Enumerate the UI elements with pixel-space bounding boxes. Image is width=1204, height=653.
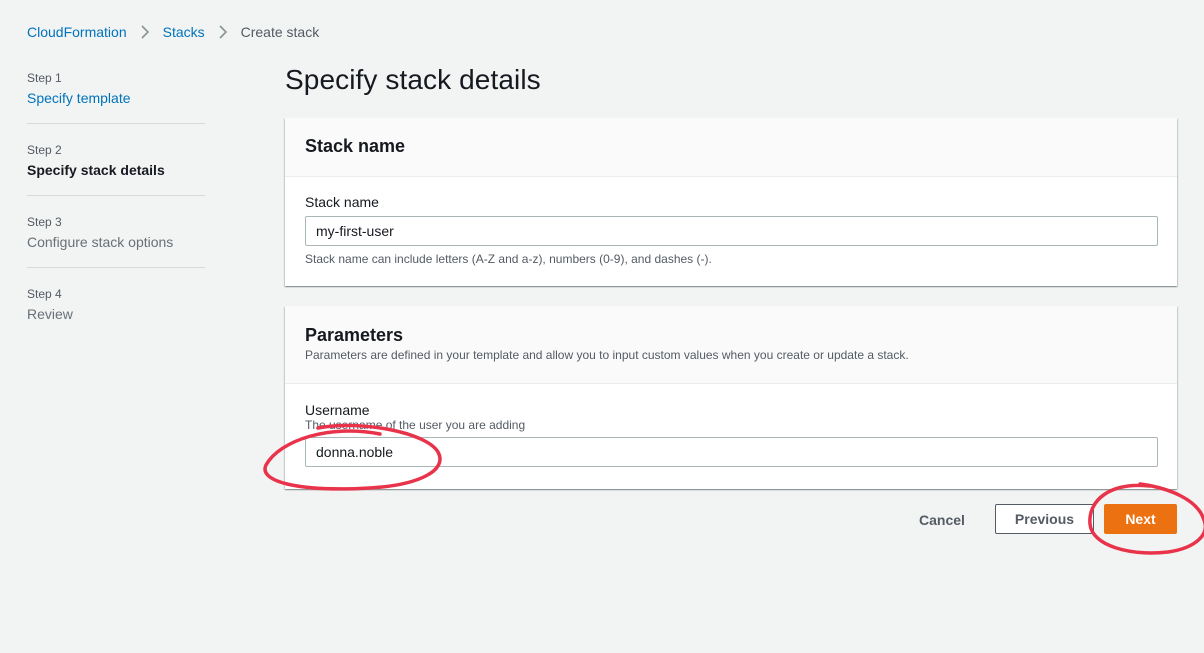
step-number: Step 1 — [27, 71, 62, 85]
username-input[interactable] — [305, 437, 1158, 467]
panel-body: Stack name Stack name can include letter… — [285, 177, 1177, 266]
stack-name-hint: Stack name can include letters (A-Z and … — [305, 252, 712, 266]
breadcrumb: CloudFormation Stacks Create stack — [27, 24, 319, 40]
username-label: Username — [305, 402, 370, 418]
panel-header: Stack name — [285, 118, 1177, 177]
panel-header: Parameters Parameters are defined in you… — [285, 306, 1177, 384]
parameters-panel: Parameters Parameters are defined in you… — [285, 306, 1177, 489]
step-number: Step 2 — [27, 143, 62, 157]
panel-title: Stack name — [305, 136, 406, 156]
wizard-steps: Step 1 Specify template Step 2 Specify s… — [27, 70, 205, 339]
step-link-specify-template[interactable]: Specify template — [27, 88, 205, 108]
cancel-button[interactable]: Cancel — [905, 505, 979, 535]
breadcrumb-create-stack: Create stack — [240, 24, 320, 40]
panel-title: Parameters — [305, 325, 404, 345]
chevron-right-icon — [127, 25, 163, 39]
previous-button[interactable]: Previous — [995, 504, 1094, 534]
breadcrumb-stacks[interactable]: Stacks — [163, 24, 205, 40]
create-stack-page: CloudFormation Stacks Create stack Step … — [0, 0, 1204, 653]
step-1: Step 1 Specify template — [27, 70, 205, 123]
username-description: The username of the user you are adding — [305, 418, 526, 432]
step-label-review: Review — [27, 306, 73, 322]
step-2: Step 2 Specify stack details — [27, 123, 205, 195]
step-number: Step 4 — [27, 287, 62, 301]
stack-name-label: Stack name — [305, 194, 379, 210]
chevron-right-icon — [205, 25, 241, 39]
breadcrumb-cloudformation[interactable]: CloudFormation — [27, 24, 127, 40]
stack-name-panel: Stack name Stack name Stack name can inc… — [285, 118, 1177, 286]
step-label-configure-stack-options: Configure stack options — [27, 234, 174, 250]
page-title: Specify stack details — [285, 64, 541, 95]
step-4: Step 4 Review — [27, 267, 205, 339]
step-3: Step 3 Configure stack options — [27, 195, 205, 267]
step-number: Step 3 — [27, 215, 62, 229]
panel-body: Username The username of the user you ar… — [285, 384, 1177, 467]
step-label-specify-stack-details: Specify stack details — [27, 162, 165, 178]
parameters-description: Parameters are defined in your template … — [305, 348, 909, 362]
stack-name-input[interactable] — [305, 216, 1158, 246]
next-button[interactable]: Next — [1104, 504, 1177, 534]
